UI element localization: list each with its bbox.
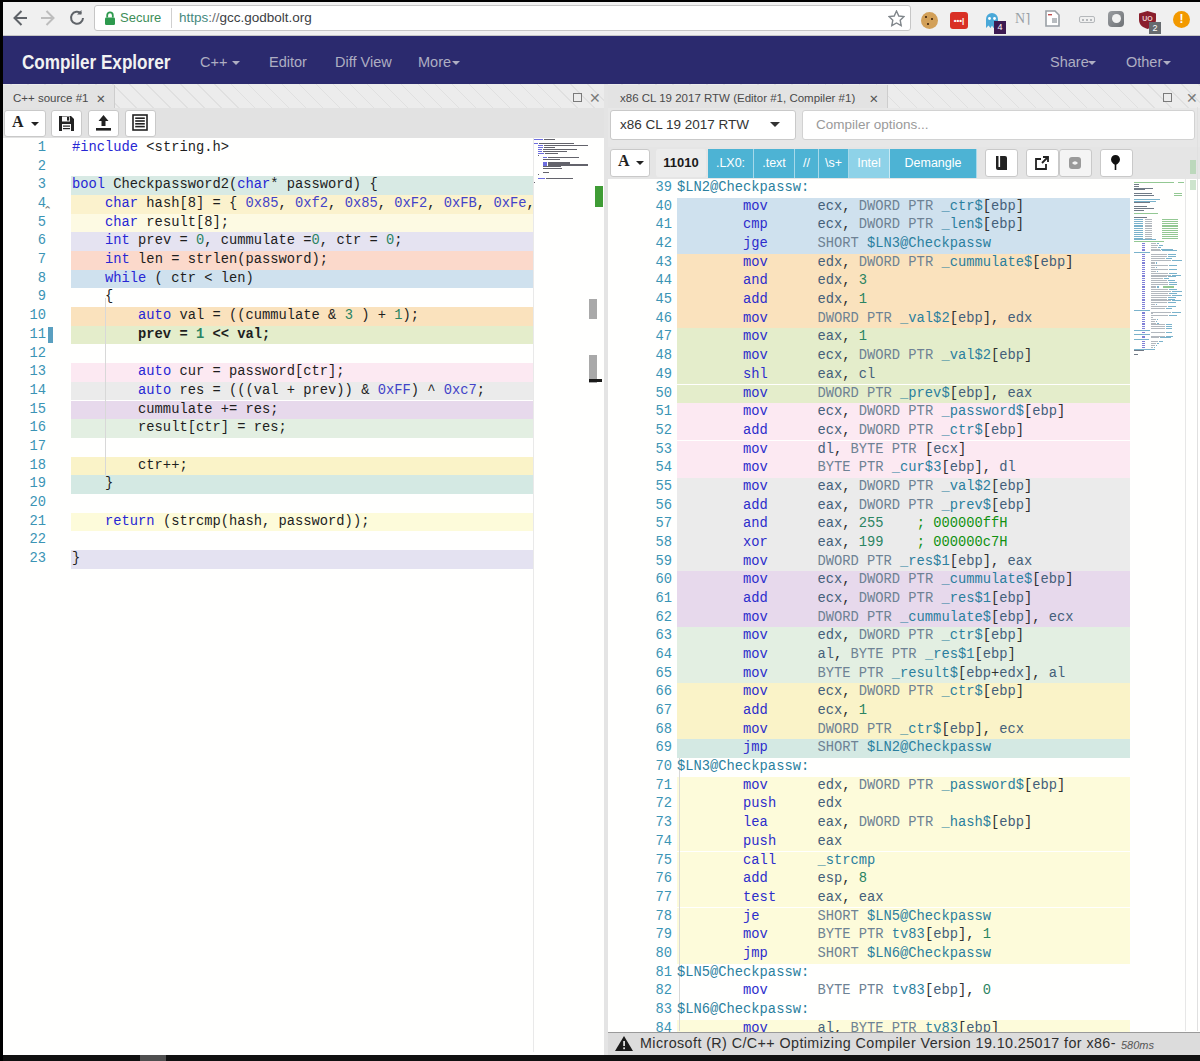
svg-text:UO: UO — [1142, 15, 1153, 22]
